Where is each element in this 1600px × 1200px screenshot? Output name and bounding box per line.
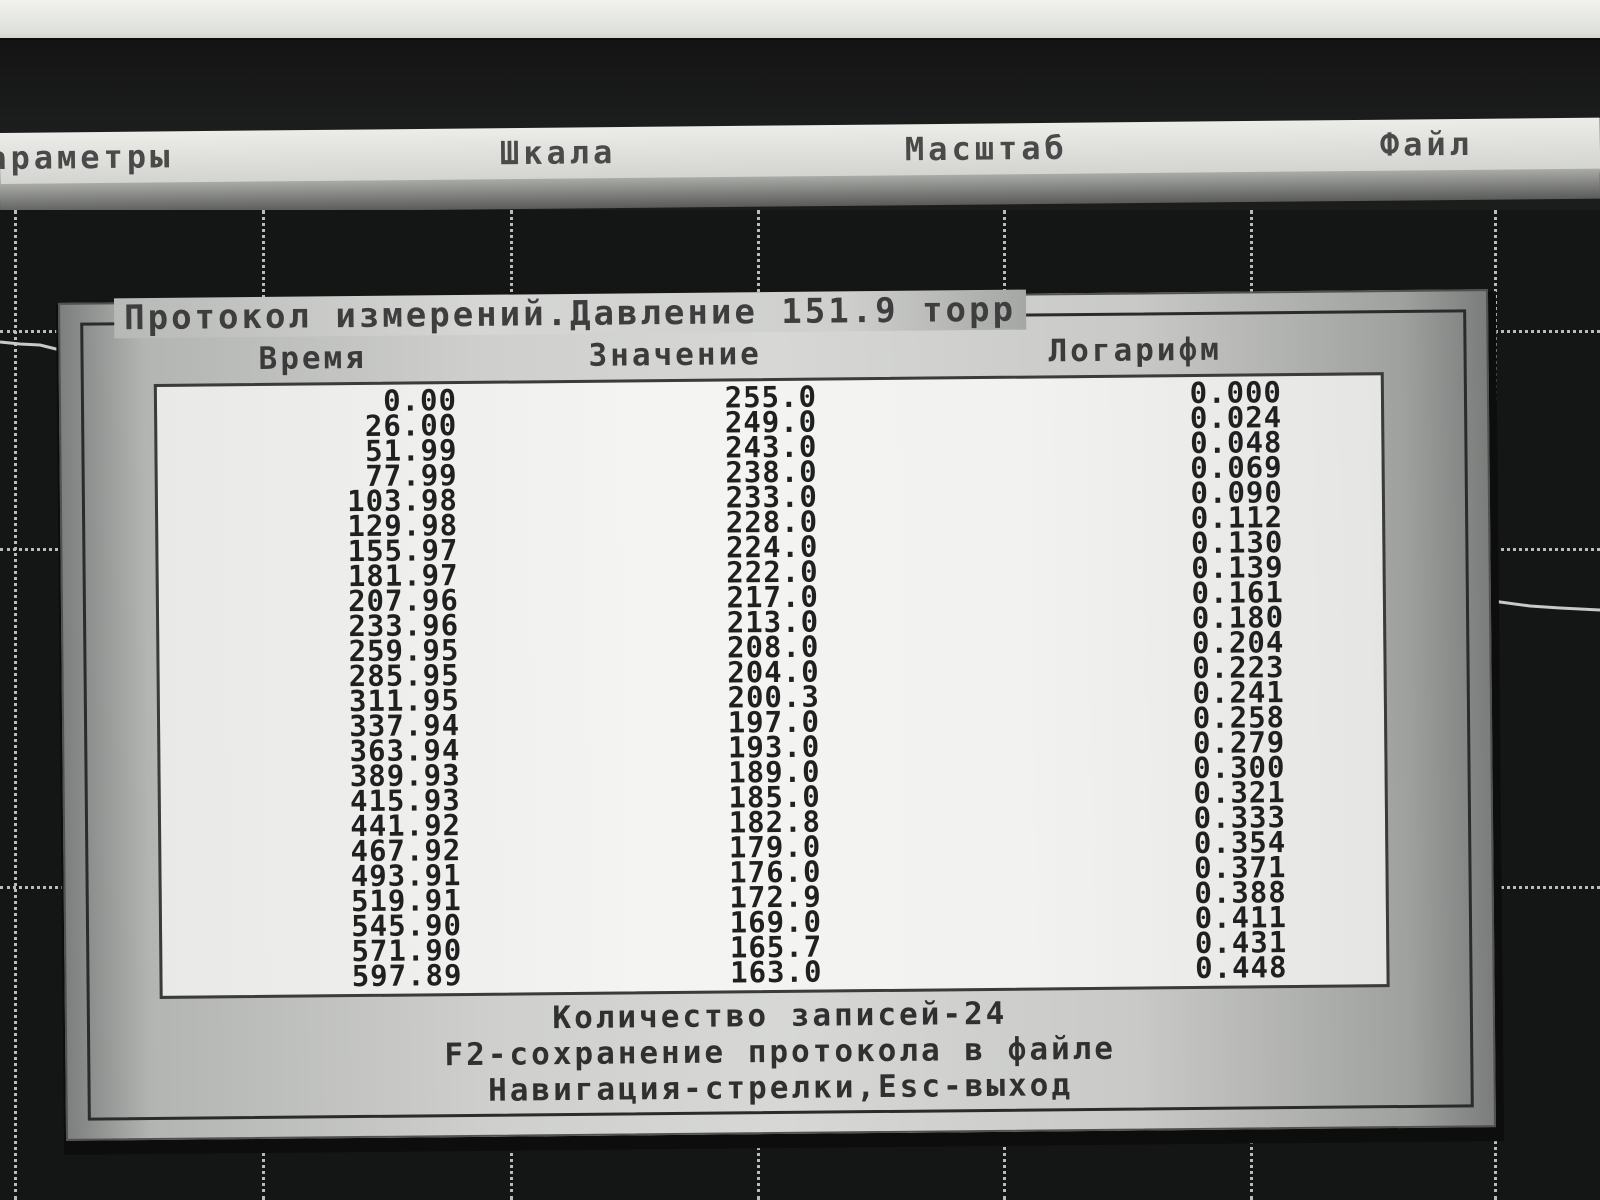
value-cell: 163.0: [729, 954, 823, 990]
log-cell: 0.448: [1194, 950, 1288, 985]
menu-item-zoom[interactable]: Масштаб: [905, 129, 1068, 169]
menu-item-parameters[interactable]: Параметры: [0, 137, 174, 177]
column-header-time: Время: [258, 339, 368, 377]
menu-item-scale[interactable]: Шкала: [500, 133, 617, 172]
column-header-value: Значение: [588, 336, 763, 374]
measurement-protocol-dialog: Протокол измерений.Давление 151.9 торр В…: [58, 289, 1496, 1141]
column-header-log: Логарифм: [1048, 331, 1222, 370]
time-cell: 597.89: [351, 958, 463, 994]
menu-item-file[interactable]: Файл: [1380, 125, 1473, 164]
protocol-table[interactable]: 0.00 255.0 0.000 26.00 249.0 0.024 51.99 243.0 0…: [153, 372, 1390, 999]
